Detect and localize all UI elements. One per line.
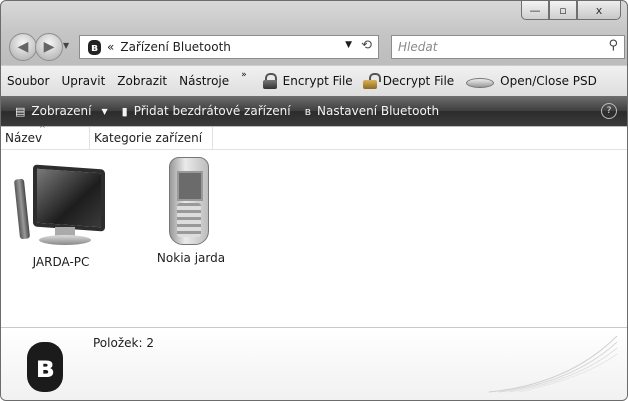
bluetooth-icon: ʙ: [27, 342, 63, 392]
address-bar[interactable]: ʙ « Zařízení Bluetooth ▼ ⟲: [79, 35, 379, 59]
breadcrumb-separator[interactable]: «: [107, 40, 114, 54]
computer-icon: [13, 161, 107, 251]
bluetooth-settings-button[interactable]: ʙ Nastavení Bluetooth: [305, 104, 440, 118]
close-button[interactable]: x: [577, 1, 621, 20]
explorer-window: — ▫ x ◀ ▶ ▼ ʙ « Zařízení Bluetooth ▼ ⟲ H…: [0, 0, 628, 401]
navigation-bar: ◀ ▶ ▼ ʙ « Zařízení Bluetooth ▼ ⟲ Hledat …: [1, 33, 627, 61]
open-close-psd-button[interactable]: Open/Close PSD: [464, 74, 597, 88]
open-lock-icon: [362, 73, 381, 89]
help-icon[interactable]: ?: [601, 103, 617, 119]
column-header-row: Název ^ Kategorie zařízení: [1, 124, 627, 150]
device-label: JARDA-PC: [32, 255, 90, 269]
breadcrumb-current[interactable]: Zařízení Bluetooth: [120, 40, 231, 54]
menu-overflow-icon[interactable]: »: [241, 70, 247, 80]
views-icon: ▤: [15, 104, 26, 118]
encrypt-file-label: Encrypt File: [282, 74, 353, 88]
caption-buttons: — ▫ x: [521, 1, 621, 20]
menu-upravit[interactable]: Upravit: [55, 74, 111, 88]
add-device-icon: ▮: [121, 104, 128, 118]
open-close-psd-label: Open/Close PSD: [500, 74, 597, 88]
search-icon[interactable]: ⚲: [608, 38, 618, 53]
device-label: Nokia jarda: [156, 251, 226, 265]
bluetooth-icon: ʙ: [304, 104, 311, 118]
decorative-swoosh: [489, 335, 618, 393]
decrypt-file-label: Decrypt File: [382, 74, 455, 88]
refresh-icon[interactable]: ⟲: [361, 38, 372, 53]
menu-nastroje[interactable]: Nástroje: [173, 74, 235, 88]
back-button[interactable]: ◀: [9, 33, 37, 61]
add-wireless-device-button[interactable]: ▮ Přidat bezdrátové zařízení: [122, 104, 291, 118]
maximize-button[interactable]: ▫: [549, 1, 577, 20]
column-name-label: Název: [5, 131, 43, 145]
bluetooth-icon: ʙ: [88, 39, 101, 55]
device-item[interactable]: Nokia jarda: [151, 157, 231, 265]
views-label: Zobrazení: [31, 104, 92, 118]
file-list: Název ^ Kategorie zařízení JARDA-PC Noki…: [1, 124, 627, 327]
sort-ascending-icon: ^: [39, 124, 46, 133]
decrypt-file-button[interactable]: Decrypt File: [362, 73, 455, 89]
item-count: Položek: 2: [93, 336, 154, 350]
menu-soubor[interactable]: Soubor: [1, 74, 55, 88]
recent-pages-dropdown[interactable]: ▼: [63, 41, 69, 50]
menu-zobrazit[interactable]: Zobrazit: [111, 74, 173, 88]
arrow-left-icon: ◀: [17, 39, 29, 55]
column-category-label: Kategorie zařízení: [94, 131, 203, 145]
column-name[interactable]: Název ^: [1, 124, 90, 149]
disk-icon: [464, 74, 495, 88]
arrow-right-icon: ▶: [43, 39, 55, 55]
address-dropdown-icon[interactable]: ▼: [345, 40, 352, 50]
device-item[interactable]: JARDA-PC: [13, 161, 107, 269]
forward-button[interactable]: ▶: [35, 33, 63, 61]
chevron-down-icon: ▼: [101, 106, 108, 116]
lock-icon: [262, 73, 277, 89]
search-box[interactable]: Hledat ⚲: [391, 35, 625, 59]
encrypt-file-button[interactable]: Encrypt File: [262, 73, 353, 89]
bluetooth-settings-label: Nastavení Bluetooth: [316, 104, 440, 118]
details-pane: ʙ Položek: 2: [1, 327, 627, 400]
search-input[interactable]: Hledat: [398, 40, 437, 54]
add-wireless-device-label: Přidat bezdrátové zařízení: [133, 104, 291, 118]
menubar: Soubor Upravit Zobrazit Nástroje » Encry…: [1, 65, 627, 97]
command-bar: ▤ Zobrazení ▼ ▮ Přidat bezdrátové zaříze…: [1, 96, 627, 126]
minimize-button[interactable]: —: [521, 1, 549, 20]
phone-icon: [161, 157, 221, 247]
views-button[interactable]: ▤ Zobrazení ▼: [15, 104, 108, 118]
column-category[interactable]: Kategorie zařízení: [90, 127, 213, 149]
